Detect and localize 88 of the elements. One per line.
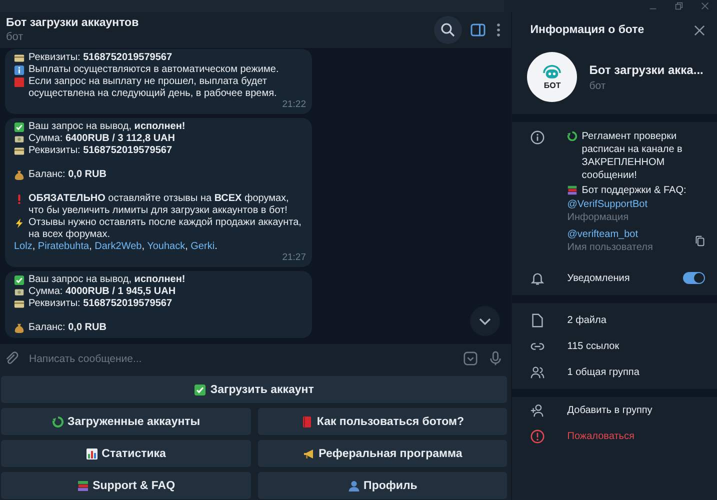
money-bag-icon — [14, 170, 24, 180]
card-icon — [14, 146, 24, 156]
forum-link[interactable]: Gerki — [190, 241, 215, 252]
bot-description: Регламент проверки расписан на канале в ЗАКРЕПЛЕННОМ сообщении! — [582, 130, 684, 182]
check-icon — [14, 274, 24, 285]
forum-link[interactable]: Piratebuhta — [38, 241, 90, 252]
lightning-icon — [14, 218, 24, 228]
money-bag-icon — [14, 322, 24, 333]
scroll-down-button[interactable] — [470, 306, 500, 336]
forum-links-text: Lolz, Piratebuhta, Dark2Web, Youhack, Gerki. — [14, 241, 218, 253]
search-icon — [440, 22, 456, 38]
books-icon — [567, 184, 578, 195]
search-button[interactable] — [434, 16, 462, 44]
message-text: Сумма: 4000RUB / 1 945,5 UAH — [28, 286, 176, 298]
shared-media-item[interactable]: 115 ссылок — [567, 340, 620, 352]
user-icon — [348, 480, 360, 492]
report-action[interactable]: Пожаловаться — [567, 430, 634, 442]
keyboard-button[interactable]: Как пользоваться ботом? — [258, 408, 508, 435]
close-icon[interactable] — [701, 2, 709, 10]
message-text: Реквизиты: 5168752019579567 — [28, 145, 172, 157]
chat-title: Бот загрузки аккаунтов — [6, 17, 140, 29]
info-icon — [530, 130, 546, 145]
more-icon[interactable] — [496, 22, 502, 38]
recycle-icon — [567, 130, 578, 141]
group-icon — [530, 364, 546, 380]
keyboard-button[interactable]: Загрузить аккаунт — [1, 376, 508, 403]
message-bar[interactable]: Написать сообщение... — [0, 344, 512, 373]
copy-icon[interactable] — [695, 235, 705, 247]
forum-link[interactable]: Dark2Web — [94, 241, 142, 252]
bell-icon — [530, 270, 546, 286]
message-time: 21:27 — [282, 253, 306, 263]
warning-icon — [530, 428, 546, 444]
shared-media-item[interactable]: 1 общая группа — [567, 366, 640, 378]
chat-subtitle: бот — [6, 31, 24, 43]
forum-link[interactable]: Lolz — [14, 241, 32, 252]
keyboard-button[interactable]: Статистика — [1, 440, 251, 467]
books-icon — [76, 480, 89, 492]
bot-subtitle: бот — [589, 80, 607, 92]
keyboard-button[interactable]: Загруженные аккаунты — [1, 408, 251, 435]
bot-description: Бот поддержки & FAQ: — [582, 184, 686, 197]
message-text: Ваш запрос на вывод, исполнен! — [28, 121, 186, 133]
money-icon — [14, 286, 24, 297]
notifications-toggle[interactable] — [683, 272, 705, 284]
money-icon — [14, 134, 24, 144]
panel-title: Информация о боте — [530, 24, 646, 36]
bot-name: Бот загрузки акка... — [589, 62, 704, 76]
file-icon — [530, 312, 546, 328]
message-text: Баланс: 0,0 RUB — [28, 322, 106, 334]
message-text: Реквизиты: 5168752019579567 — [28, 52, 172, 64]
book-icon — [300, 416, 313, 428]
shared-media-item[interactable]: 2 файла — [567, 314, 606, 326]
username-label: Имя пользователя — [567, 242, 654, 253]
sticker-icon[interactable] — [463, 351, 478, 366]
support-bot-link[interactable]: @VerifSupportBot — [567, 199, 705, 210]
card-icon — [14, 52, 24, 63]
message-text: Баланс: 0,0 RUB — [28, 169, 106, 181]
check-icon — [14, 122, 24, 132]
message-input[interactable]: Написать сообщение... — [29, 352, 454, 364]
message-time: 21:22 — [282, 100, 306, 110]
message-text: Выплаты осуществляются в автоматическом режиме. — [28, 64, 279, 76]
restore-icon[interactable] — [675, 2, 683, 10]
username-link[interactable]: @verifteam_bot — [567, 229, 673, 240]
robot-icon — [541, 64, 564, 80]
message-text: Если запрос на выплату не прошел, выплата будет осуществлена на следующий день, в рабочее время. — [28, 76, 278, 100]
add-user-icon — [530, 402, 546, 418]
message-text: ОБЯЗАТЕЛЬНО оставляйте отзывы на ВСЕХ форумах, что бы увеличить лимиты для загрузки аккаунтов в бот! — [28, 193, 290, 217]
keyboard-button[interactable]: Реферальная программа — [258, 440, 508, 467]
message-text: Ваш запрос на вывод, исполнен! — [28, 274, 186, 286]
recycle-icon — [52, 416, 64, 428]
attach-icon[interactable] — [4, 351, 19, 366]
keyboard-button[interactable]: Профиль — [258, 472, 508, 499]
keyboard-button[interactable]: Support & FAQ — [1, 472, 251, 499]
message-text: Реквизиты: 5168752019579567 — [28, 298, 172, 310]
info-icon — [14, 64, 24, 75]
close-icon[interactable] — [694, 24, 705, 36]
add-to-group-action[interactable]: Добавить в группу — [567, 404, 652, 416]
bot-avatar: БОТ — [527, 52, 578, 102]
microphone-icon[interactable] — [488, 351, 504, 366]
forum-link[interactable]: Youhack — [147, 241, 186, 252]
megaphone-icon — [302, 448, 315, 460]
check-icon — [194, 384, 206, 396]
bar-chart-icon — [86, 448, 98, 460]
description-label: Информация — [567, 212, 630, 223]
message-text: Сумма: 6400RUB / 3 112,8 UAH — [28, 133, 175, 145]
sidebar-toggle-icon[interactable] — [470, 22, 486, 38]
card-icon — [14, 298, 24, 309]
notifications-label: Уведомления — [567, 272, 631, 284]
message-text: Отзывы нужно оставлять после каждой продажи аккаунта, на всех форумах. — [28, 217, 302, 241]
